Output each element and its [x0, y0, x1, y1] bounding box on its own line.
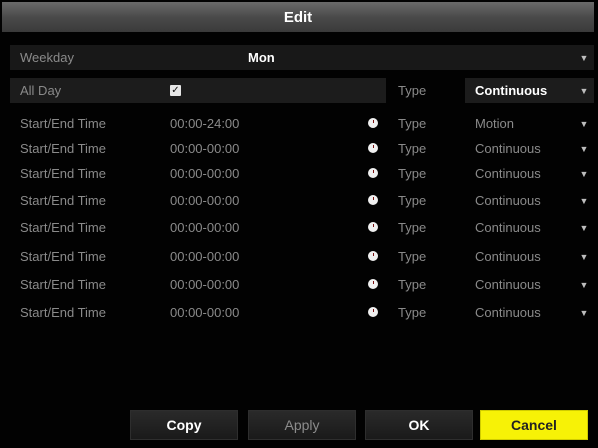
time-range-field[interactable]: 00:00-00:00 [160, 300, 350, 325]
start-end-time-label: Start/End Time [20, 249, 106, 264]
schedule-row: Start/End Time 00:00-00:00 Type Continuo… [10, 244, 594, 269]
clock-icon[interactable] [368, 222, 378, 232]
clock-icon[interactable] [368, 307, 378, 317]
schedule-row: Start/End Time 00:00-24:00 Type Motion ▼ [10, 111, 594, 136]
chevron-down-icon[interactable]: ▼ [576, 215, 592, 240]
clock-icon[interactable] [368, 251, 378, 261]
start-end-time-label: Start/End Time [20, 220, 106, 235]
start-end-time-label: Start/End Time [20, 166, 106, 181]
type-select[interactable]: Continuous [465, 244, 575, 269]
clock-icon[interactable] [368, 143, 378, 153]
all-day-label: All Day [10, 78, 160, 103]
apply-button[interactable]: Apply [248, 410, 356, 440]
all-day-checkbox-cell: ✓ [160, 78, 386, 103]
button-bar: Copy Apply OK Cancel [0, 408, 598, 448]
type-label: Type [398, 116, 427, 131]
time-range-field[interactable]: 00:00-00:00 [160, 244, 350, 269]
type-label: Type [398, 277, 427, 292]
all-day-row: All Day ✓ Type Continuous ▼ [10, 78, 594, 103]
chevron-down-icon[interactable]: ▼ [576, 78, 592, 103]
chevron-down-icon[interactable]: ▼ [576, 188, 592, 213]
time-range-field[interactable]: 00:00-00:00 [160, 188, 350, 213]
type-select[interactable]: Continuous [465, 272, 575, 297]
clock-icon[interactable] [368, 279, 378, 289]
copy-button[interactable]: Copy [130, 410, 238, 440]
type-label: Type [398, 305, 427, 320]
start-end-time-label: Start/End Time [20, 116, 106, 131]
time-range-field[interactable]: 00:00-00:00 [160, 272, 350, 297]
start-end-time-label: Start/End Time [20, 193, 106, 208]
chevron-down-icon[interactable]: ▼ [576, 136, 592, 161]
type-label: Type [398, 249, 427, 264]
schedule-row: Start/End Time 00:00-00:00 Type Continuo… [10, 136, 594, 161]
all-day-checkbox[interactable]: ✓ [170, 85, 181, 96]
chevron-down-icon[interactable]: ▼ [576, 161, 592, 186]
type-select[interactable]: Continuous [465, 136, 575, 161]
weekday-label: Weekday [20, 50, 74, 65]
type-label: Type [398, 220, 427, 235]
type-label: Type [398, 141, 427, 156]
schedule-row: Start/End Time 00:00-00:00 Type Continuo… [10, 272, 594, 297]
type-label: Type [398, 83, 427, 98]
type-label: Type [398, 166, 427, 181]
schedule-row: Start/End Time 00:00-00:00 Type Continuo… [10, 215, 594, 240]
time-range-field[interactable]: 00:00-00:00 [160, 215, 350, 240]
schedule-row: Start/End Time 00:00-00:00 Type Continuo… [10, 300, 594, 325]
schedule-row: Start/End Time 00:00-00:00 Type Continuo… [10, 161, 594, 186]
dialog-title: Edit [2, 2, 594, 32]
start-end-time-label: Start/End Time [20, 305, 106, 320]
clock-icon[interactable] [368, 118, 378, 128]
ok-button[interactable]: OK [365, 410, 473, 440]
chevron-down-icon[interactable]: ▼ [576, 272, 592, 297]
start-end-time-label: Start/End Time [20, 141, 106, 156]
checkmark-icon: ✓ [171, 84, 180, 96]
chevron-down-icon[interactable]: ▼ [576, 45, 592, 70]
time-range-field[interactable]: 00:00-00:00 [160, 136, 350, 161]
chevron-down-icon[interactable]: ▼ [576, 244, 592, 269]
all-day-type-select[interactable]: Continuous [465, 78, 594, 103]
time-range-field[interactable]: 00:00-00:00 [160, 161, 350, 186]
type-label: Type [398, 193, 427, 208]
chevron-down-icon[interactable]: ▼ [576, 111, 592, 136]
edit-dialog: Edit Weekday Mon ▼ All Day ✓ Type Contin… [0, 0, 598, 448]
clock-icon[interactable] [368, 168, 378, 178]
weekday-row: Weekday Mon ▼ [10, 45, 594, 70]
type-select[interactable]: Continuous [465, 161, 575, 186]
chevron-down-icon[interactable]: ▼ [576, 300, 592, 325]
weekday-select[interactable]: Mon [238, 45, 578, 70]
schedule-row: Start/End Time 00:00-00:00 Type Continuo… [10, 188, 594, 213]
time-range-field[interactable]: 00:00-24:00 [160, 111, 350, 136]
start-end-time-label: Start/End Time [20, 277, 106, 292]
type-select[interactable]: Continuous [465, 188, 575, 213]
type-select[interactable]: Motion [465, 111, 575, 136]
type-select[interactable]: Continuous [465, 300, 575, 325]
type-select[interactable]: Continuous [465, 215, 575, 240]
cancel-button[interactable]: Cancel [480, 410, 588, 440]
clock-icon[interactable] [368, 195, 378, 205]
